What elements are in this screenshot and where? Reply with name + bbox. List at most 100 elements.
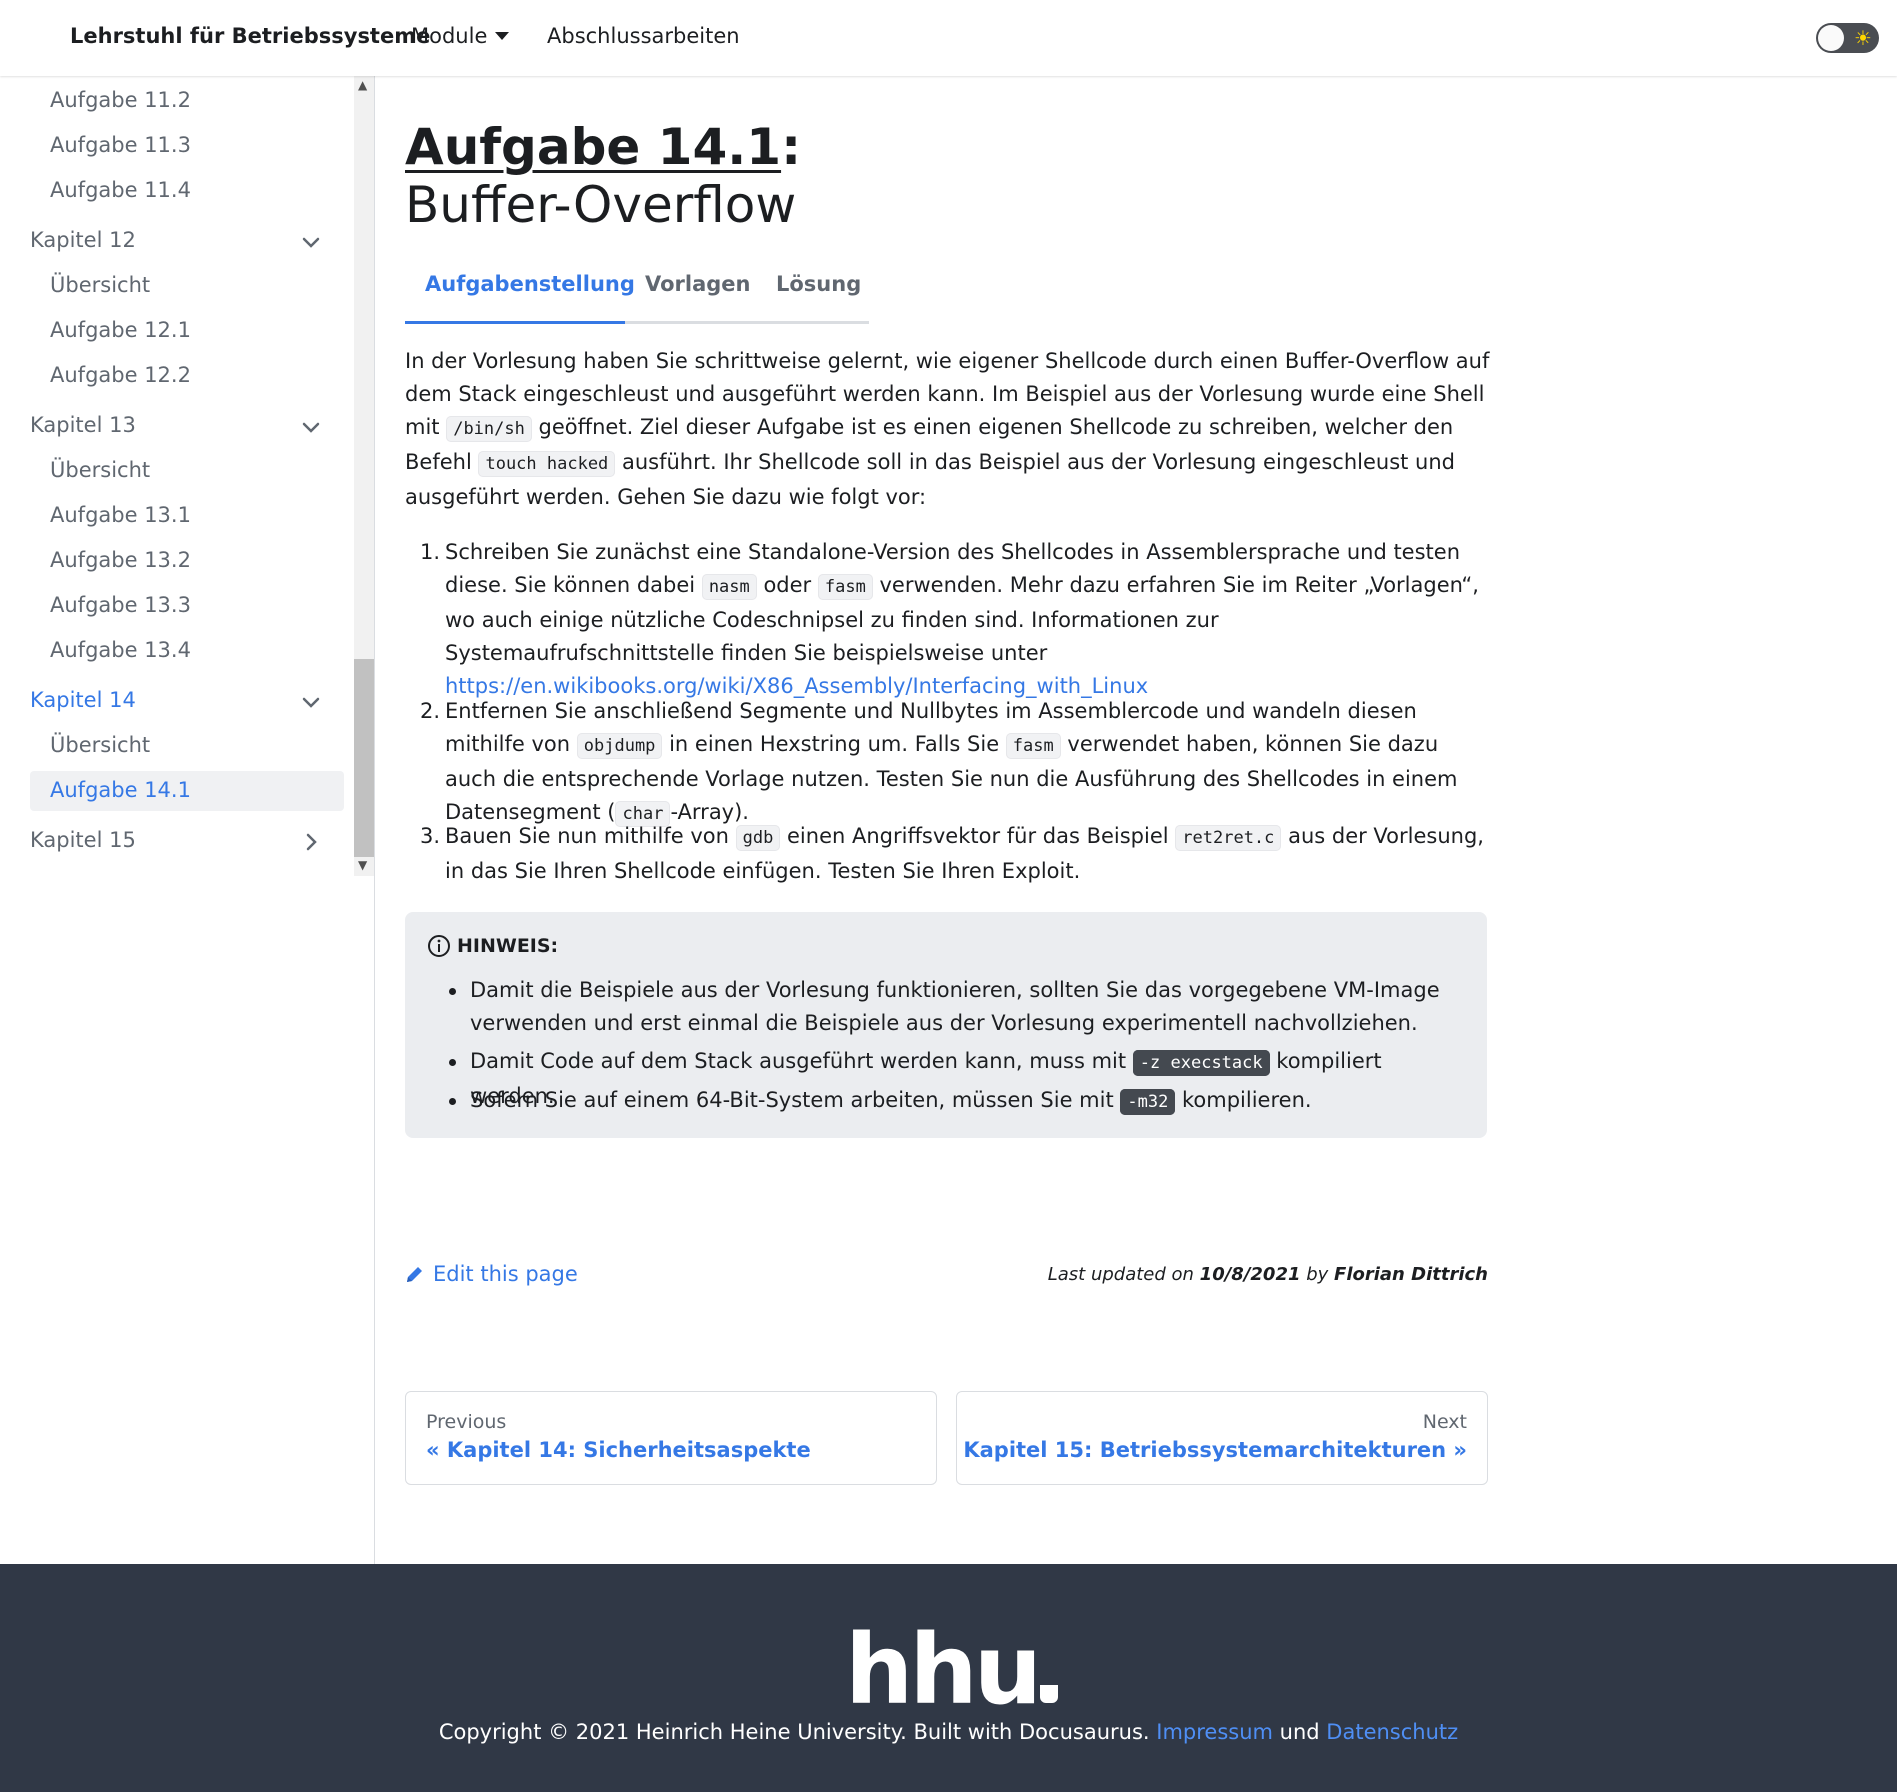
sidebar-item-uebersicht-12[interactable]: Übersicht (50, 273, 150, 297)
sidebar-category-kapitel-14[interactable]: Kapitel 14 (30, 688, 136, 712)
bullet-icon (449, 1098, 456, 1105)
step-text: einen Angriffsvektor für das Beispiel (780, 824, 1176, 848)
bullet-text-part: Sofern Sie auf einem 64-Bit-System arbei… (470, 1088, 1121, 1112)
brand-title[interactable]: Lehrstuhl für Betriebssysteme (70, 24, 430, 48)
code-inline: -z execstack (1132, 1050, 1270, 1076)
code-inline: objdump (576, 733, 663, 759)
nav-modules-dropdown[interactable]: Module (411, 24, 510, 48)
updated-date: 10/8/2021 (1199, 1264, 1301, 1285)
sidebar-item-aufgabe-11-3[interactable]: Aufgabe 11.3 (50, 133, 191, 157)
pagination-previous-sublabel: Previous (426, 1411, 507, 1433)
chevron-down-icon[interactable] (300, 231, 322, 253)
sidebar-item-aufgabe-12-2[interactable]: Aufgabe 12.2 (50, 363, 191, 387)
pagination-previous[interactable]: Previous « Kapitel 14: Sicherheitsaspekt… (405, 1391, 937, 1485)
code-inline: touch hacked (478, 451, 616, 477)
sidebar-item-aufgabe-13-2[interactable]: Aufgabe 13.2 (50, 548, 191, 572)
chevron-down-icon[interactable] (300, 691, 322, 713)
bullet-text: Sofern Sie auf einem 64-Bit-System arbei… (470, 1084, 1467, 1119)
copyright-text: Copyright © 2021 Heinrich Heine Universi… (438, 1720, 1157, 1744)
sidebar-scrollbar[interactable]: ▲ ▼ (354, 76, 374, 876)
sidebar-item-aufgabe-13-3[interactable]: Aufgabe 13.3 (50, 593, 191, 617)
impressum-link[interactable]: Impressum (1156, 1720, 1273, 1744)
updated-author: Florian Dittrich (1334, 1264, 1488, 1285)
updated-by: by (1300, 1264, 1335, 1285)
nav-theses-link[interactable]: Abschlussarbeiten (547, 24, 740, 48)
list-item-body: Schreiben Sie zunächst eine Standalone-V… (445, 536, 1490, 703)
chevron-down-icon[interactable] (300, 416, 322, 438)
sidebar-item-aufgabe-13-1[interactable]: Aufgabe 13.1 (50, 503, 191, 527)
sidebar-category-kapitel-12[interactable]: Kapitel 12 (30, 228, 136, 252)
list-number: 3. (420, 824, 441, 848)
sidebar-item-aufgabe-14-1[interactable]: Aufgabe 14.1 (50, 778, 191, 802)
tab-vorlagen[interactable]: Vorlagen (645, 272, 750, 296)
code-inline: nasm (701, 574, 757, 600)
last-updated: Last updated on 10/8/2021 by Florian Dit… (1000, 1264, 1488, 1285)
sidebar-category-kapitel-15[interactable]: Kapitel 15 (30, 828, 136, 852)
copyright-und: und (1272, 1720, 1327, 1744)
logo-text: hhu (845, 1614, 1042, 1726)
scroll-up-arrow-icon[interactable]: ▲ (358, 78, 367, 92)
step-text: in einen Hexstring um. Falls Sie (662, 732, 1006, 756)
page-subtitle: Buffer-Overflow (405, 176, 797, 234)
scrollbar-thumb[interactable] (354, 659, 374, 857)
tab-aufgabenstellung[interactable]: Aufgabenstellung (425, 272, 635, 296)
sidebar-item-uebersicht-14[interactable]: Übersicht (50, 733, 150, 757)
sun-icon: ☀ (1854, 26, 1872, 50)
info-icon (428, 935, 450, 957)
datenschutz-link[interactable]: Datenschutz (1326, 1720, 1458, 1744)
copyright: Copyright © 2021 Heinrich Heine Universi… (0, 1720, 1897, 1744)
toggle-knob (1818, 25, 1844, 51)
step-text: Bauen Sie nun mithilfe von (445, 824, 736, 848)
bullet-icon (449, 1059, 456, 1066)
sidebar-item-aufgabe-11-4[interactable]: Aufgabe 11.4 (50, 178, 191, 202)
bullet-text-part: Damit Code auf dem Stack ausgeführt werd… (470, 1049, 1133, 1073)
edit-page-label: Edit this page (433, 1262, 578, 1286)
edit-page-link[interactable]: Edit this page (405, 1262, 578, 1286)
tab-bar: Aufgabenstellung Vorlagen Lösung (405, 262, 869, 324)
sidebar-item-uebersicht-13[interactable]: Übersicht (50, 458, 150, 482)
navbar: Lehrstuhl für Betriebssysteme Module Abs… (0, 0, 1897, 76)
list-item-body: Entfernen Sie anschließend Segmente und … (445, 695, 1490, 831)
pagination-next-label: Kapitel 15: Betriebssystemarchitekturen … (963, 1438, 1467, 1462)
list-number: 1. (420, 540, 441, 564)
scroll-down-arrow-icon[interactable]: ▼ (358, 858, 367, 872)
title-colon: : (781, 118, 802, 176)
footer: hhu Copyright © 2021 Heinrich Heine Univ… (0, 1564, 1897, 1792)
pagination-next[interactable]: Next Kapitel 15: Betriebssystemarchitekt… (956, 1391, 1488, 1485)
list-item-body: Bauen Sie nun mithilfe von gdb einen Ang… (445, 820, 1490, 888)
code-inline: fasm (1005, 733, 1061, 759)
dark-mode-toggle[interactable]: ☀ (1816, 23, 1879, 53)
sidebar-item-aufgabe-12-1[interactable]: Aufgabe 12.1 (50, 318, 191, 342)
updated-prefix: Last updated on (1047, 1264, 1200, 1285)
pagination-next-sublabel: Next (1422, 1411, 1467, 1433)
title-number: Aufgabe 14.1 (405, 118, 782, 176)
active-tab-indicator (405, 321, 625, 324)
logo-dot (1040, 1685, 1059, 1703)
list-number: 2. (420, 699, 441, 723)
hhu-logo: hhu (845, 1622, 1059, 1718)
sidebar-item-aufgabe-11-2[interactable]: Aufgabe 11.2 (50, 88, 191, 112)
chevron-right-icon[interactable] (300, 831, 322, 853)
bullet-text: Damit die Beispiele aus der Vorlesung fu… (470, 978, 1440, 1035)
tab-loesung[interactable]: Lösung (776, 272, 861, 296)
pencil-icon (407, 1267, 422, 1282)
bullet-text-part: kompilieren. (1175, 1088, 1312, 1112)
caret-down-icon (495, 32, 510, 40)
sidebar-item-aufgabe-13-4[interactable]: Aufgabe 13.4 (50, 638, 191, 662)
code-inline: ret2ret.c (1175, 825, 1282, 851)
admonition-heading: HINWEIS: (427, 934, 558, 958)
sidebar-category-kapitel-13[interactable]: Kapitel 13 (30, 413, 136, 437)
pagination-previous-label: « Kapitel 14: Sicherheitsaspekte (426, 1438, 811, 1462)
nav-modules-label: Module (411, 24, 488, 48)
page-title: Aufgabe 14.1: (405, 118, 801, 176)
note-admonition: HINWEIS: Damit die Beispiele aus der Vor… (405, 912, 1487, 1138)
code-inline: /bin/sh (446, 416, 532, 442)
sidebar: Aufgabe 11.2 Aufgabe 11.3 Aufgabe 11.4 K… (0, 76, 375, 1564)
step-text: oder (756, 573, 818, 597)
admonition-title: HINWEIS: (457, 935, 559, 957)
intro-paragraph: In der Vorlesung haben Sie schrittweise … (405, 345, 1490, 514)
bullet-icon (449, 988, 456, 995)
code-inline: fasm (817, 574, 873, 600)
code-inline: -m32 (1120, 1089, 1176, 1115)
code-inline: gdb (735, 825, 781, 851)
